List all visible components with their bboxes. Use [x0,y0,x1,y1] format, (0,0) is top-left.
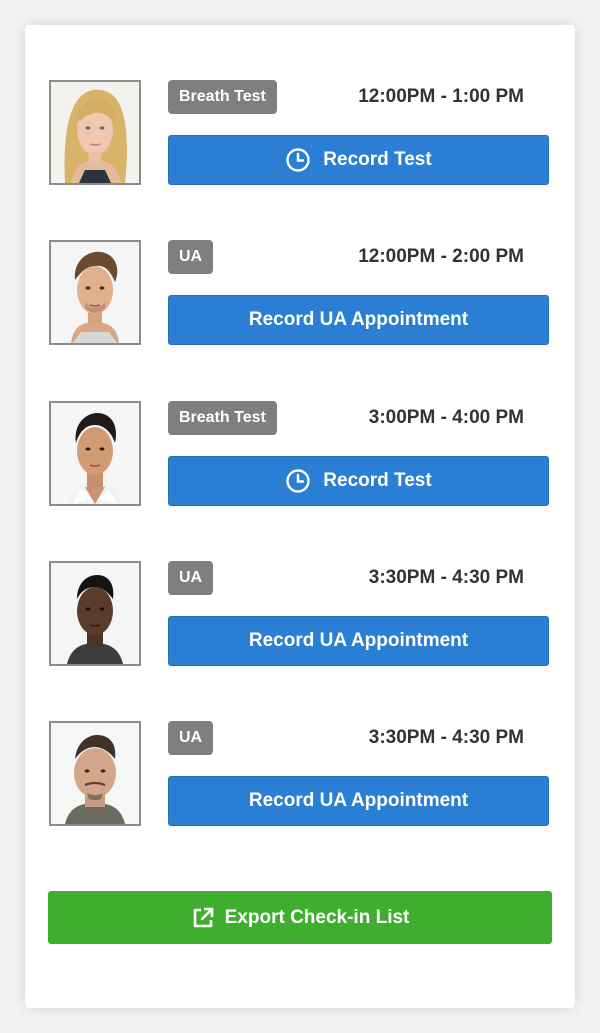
record-ua-appointment-button[interactable]: Record UA Appointment [168,776,549,826]
appointment-time: 3:30PM - 4:30 PM [368,567,524,588]
external-link-icon [191,906,215,930]
check-in-card: Breath Test 12:00PM - 1:00 PM Record Tes… [25,25,575,1008]
record-ua-appointment-label: Record UA Appointment [248,309,469,330]
person-photo [49,80,141,185]
record-ua-appointment-button[interactable]: Record UA Appointment [168,616,549,666]
clock-icon [285,147,311,173]
test-type-badge: Breath Test [168,80,277,114]
appointment-row: UA 3:30PM - 4:30 PM Record UA Appointmen… [25,721,575,831]
record-test-button[interactable]: Record Test [168,135,549,185]
appointment-row: Breath Test 12:00PM - 1:00 PM Record Tes… [25,80,575,190]
person-photo [49,240,141,345]
appointment-row: Breath Test 3:00PM - 4:00 PM Record Test [25,401,575,511]
record-ua-appointment-button[interactable]: Record UA Appointment [168,295,549,345]
clock-icon [285,468,311,494]
test-type-badge: UA [168,561,214,595]
appointment-row: UA 12:00PM - 2:00 PM Record UA Appointme… [25,240,575,350]
appointment-time: 3:00PM - 4:00 PM [368,407,524,428]
person-photo [49,561,141,666]
export-check-in-list-button[interactable]: Export Check-in List [48,891,552,944]
record-test-label: Record Test [323,470,432,491]
appointment-time: 12:00PM - 1:00 PM [358,86,524,107]
record-ua-appointment-label: Record UA Appointment [248,790,469,811]
person-photo [49,721,141,826]
test-type-badge: Breath Test [168,401,277,435]
record-ua-appointment-label: Record UA Appointment [248,630,469,651]
record-test-button[interactable]: Record Test [168,456,549,506]
appointment-time: 12:00PM - 2:00 PM [358,246,524,267]
appointment-row: UA 3:30PM - 4:30 PM Record UA Appointmen… [25,561,575,671]
test-type-badge: UA [168,240,214,274]
record-test-label: Record Test [323,149,432,170]
appointment-time: 3:30PM - 4:30 PM [368,727,524,748]
person-photo [49,401,141,506]
test-type-badge: UA [168,721,214,755]
export-check-in-list-label: Export Check-in List [224,906,410,928]
